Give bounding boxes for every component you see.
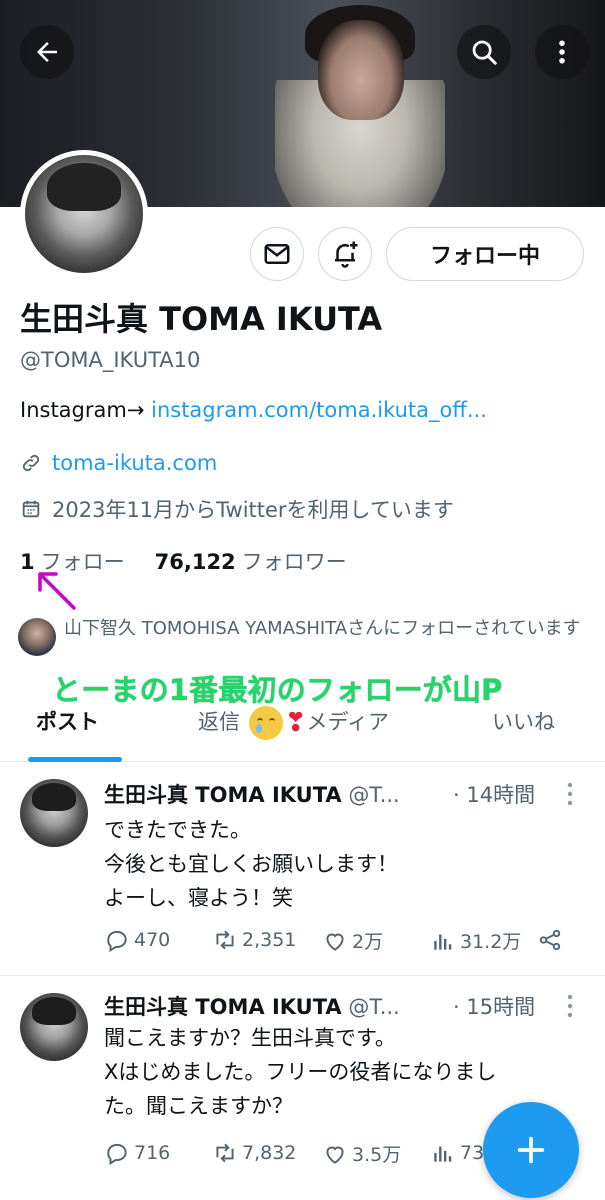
bell-plus-icon bbox=[335, 241, 358, 268]
post-handle: @T... bbox=[348, 783, 400, 807]
reply-icon bbox=[107, 930, 127, 953]
post-time: · 14時間 bbox=[453, 783, 536, 807]
post-author: 生田斗真 TOMA IKUTA bbox=[104, 995, 342, 1019]
view-count: 31.2万 bbox=[460, 931, 522, 953]
repost-action[interactable]: 7,832 bbox=[212, 1140, 296, 1166]
views-chart-icon bbox=[434, 1146, 452, 1162]
post-header: 生田斗真 TOMA IKUTA @T... bbox=[104, 779, 400, 809]
like-action[interactable]: 3.5万 bbox=[322, 1140, 401, 1167]
tab-likes[interactable]: いいね bbox=[492, 706, 555, 736]
active-tab-indicator bbox=[28, 757, 122, 762]
tab-posts[interactable]: ポスト bbox=[36, 706, 99, 736]
post-line: Xはじめました。フリーの役者になりまし bbox=[104, 1060, 497, 1084]
share-action[interactable] bbox=[537, 927, 567, 953]
more-vertical-icon bbox=[559, 40, 565, 64]
views-chart-icon bbox=[434, 934, 452, 950]
like-action[interactable]: 2万 bbox=[322, 927, 383, 954]
reply-action[interactable]: 716 bbox=[104, 1140, 170, 1166]
post-header: 生田斗真 TOMA IKUTA @T... bbox=[104, 991, 400, 1021]
follower-avatar bbox=[18, 618, 56, 656]
like-count: 2万 bbox=[352, 931, 384, 953]
post-line: よーし、寝よう！笑 bbox=[104, 886, 293, 910]
reply-action[interactable]: 470 bbox=[104, 927, 170, 953]
post-more-icon[interactable] bbox=[565, 781, 575, 807]
views-action[interactable]: 73 bbox=[430, 1140, 484, 1166]
envelope-icon bbox=[264, 244, 290, 264]
post-handle: @T... bbox=[348, 995, 400, 1019]
joined-row: 2023年11月からTwitterを利用しています bbox=[20, 494, 454, 524]
repost-icon bbox=[216, 1143, 234, 1163]
profile-avatar[interactable] bbox=[20, 150, 148, 278]
post-divider bbox=[0, 975, 605, 976]
website-link[interactable]: toma-ikuta.com bbox=[52, 451, 217, 475]
user-handle: @TOMA_IKUTA10 bbox=[20, 348, 201, 372]
followers-count: 76,122 bbox=[154, 550, 236, 574]
post-more-icon[interactable] bbox=[565, 993, 575, 1019]
bio: Instagram→ instagram.com/toma.ikuta_off.… bbox=[20, 398, 487, 422]
tab-replies-label: 返信 bbox=[198, 710, 240, 734]
post-actions: 470 2,351 2万 31.2万 bbox=[104, 927, 574, 957]
back-button[interactable] bbox=[20, 25, 74, 79]
repost-count: 7,832 bbox=[242, 1142, 297, 1164]
search-button[interactable] bbox=[457, 25, 511, 79]
post-avatar[interactable] bbox=[20, 779, 88, 847]
heart-icon bbox=[326, 933, 344, 951]
reply-count: 470 bbox=[134, 929, 171, 951]
following-count: 1 bbox=[20, 550, 35, 574]
message-button[interactable] bbox=[250, 227, 304, 281]
plus-icon bbox=[517, 1136, 545, 1164]
repost-icon bbox=[216, 930, 234, 950]
post-text: できたできた。 今後とも宜しくお願いします！ よーし、寝よう！笑 bbox=[104, 813, 584, 915]
calendar-icon bbox=[22, 500, 40, 518]
heart-exclamation-emoji-icon: ❣ bbox=[284, 708, 307, 738]
followers-label: フォロワー bbox=[241, 550, 347, 574]
link-icon bbox=[22, 454, 40, 472]
followers-stat[interactable]: 76,122 フォロワー bbox=[155, 546, 347, 576]
profile-tabs: ポスト 返信 ❣メディア いいね bbox=[0, 702, 605, 762]
post-author: 生田斗真 TOMA IKUTA bbox=[104, 783, 342, 807]
bio-prefix: Instagram→ bbox=[20, 398, 152, 422]
share-icon bbox=[539, 929, 561, 951]
views-action[interactable]: 31.2万 bbox=[430, 927, 521, 954]
repost-count: 2,351 bbox=[242, 929, 297, 951]
arrow-left-icon bbox=[37, 42, 57, 62]
repost-action[interactable]: 2,351 bbox=[212, 927, 296, 953]
banner-head bbox=[318, 20, 404, 120]
annotation-arrow bbox=[38, 572, 76, 610]
tab-media-label: メディア bbox=[306, 710, 390, 734]
tab-replies[interactable]: 返信 ❣メディア bbox=[198, 706, 389, 740]
like-count: 3.5万 bbox=[352, 1144, 402, 1166]
view-count: 73 bbox=[460, 1142, 485, 1164]
more-options-button[interactable] bbox=[535, 25, 589, 79]
notify-button[interactable] bbox=[318, 227, 372, 281]
post-time: · 15時間 bbox=[453, 995, 536, 1019]
compose-button[interactable] bbox=[483, 1102, 579, 1198]
search-icon bbox=[472, 40, 497, 65]
followed-by-text: 山下智久 TOMOHISA YAMASHITAさんにフォローされています bbox=[64, 618, 581, 639]
reply-icon bbox=[107, 1143, 127, 1166]
display-name: 生田斗真 TOMA IKUTA bbox=[20, 300, 383, 338]
joined-date: 2023年11月からTwitterを利用しています bbox=[52, 498, 454, 522]
website-row[interactable]: toma-ikuta.com bbox=[20, 451, 217, 475]
post-avatar[interactable] bbox=[20, 993, 88, 1061]
bio-link[interactable]: instagram.com/toma.ikuta_off... bbox=[151, 398, 487, 422]
following-button[interactable]: フォロー中 bbox=[386, 227, 584, 281]
post-line: できたできた。 bbox=[104, 818, 251, 842]
reply-count: 716 bbox=[134, 1142, 171, 1164]
post-line: 今後とも宜しくお願いします！ bbox=[104, 852, 398, 876]
post-line: 聞こえますか？生田斗真です。 bbox=[104, 1026, 396, 1050]
tearful-face-emoji-icon bbox=[248, 706, 283, 740]
followed-by-row[interactable]: 山下智久 TOMOHISA YAMASHITAさんにフォローされています bbox=[18, 616, 604, 656]
heart-icon bbox=[326, 1146, 344, 1164]
